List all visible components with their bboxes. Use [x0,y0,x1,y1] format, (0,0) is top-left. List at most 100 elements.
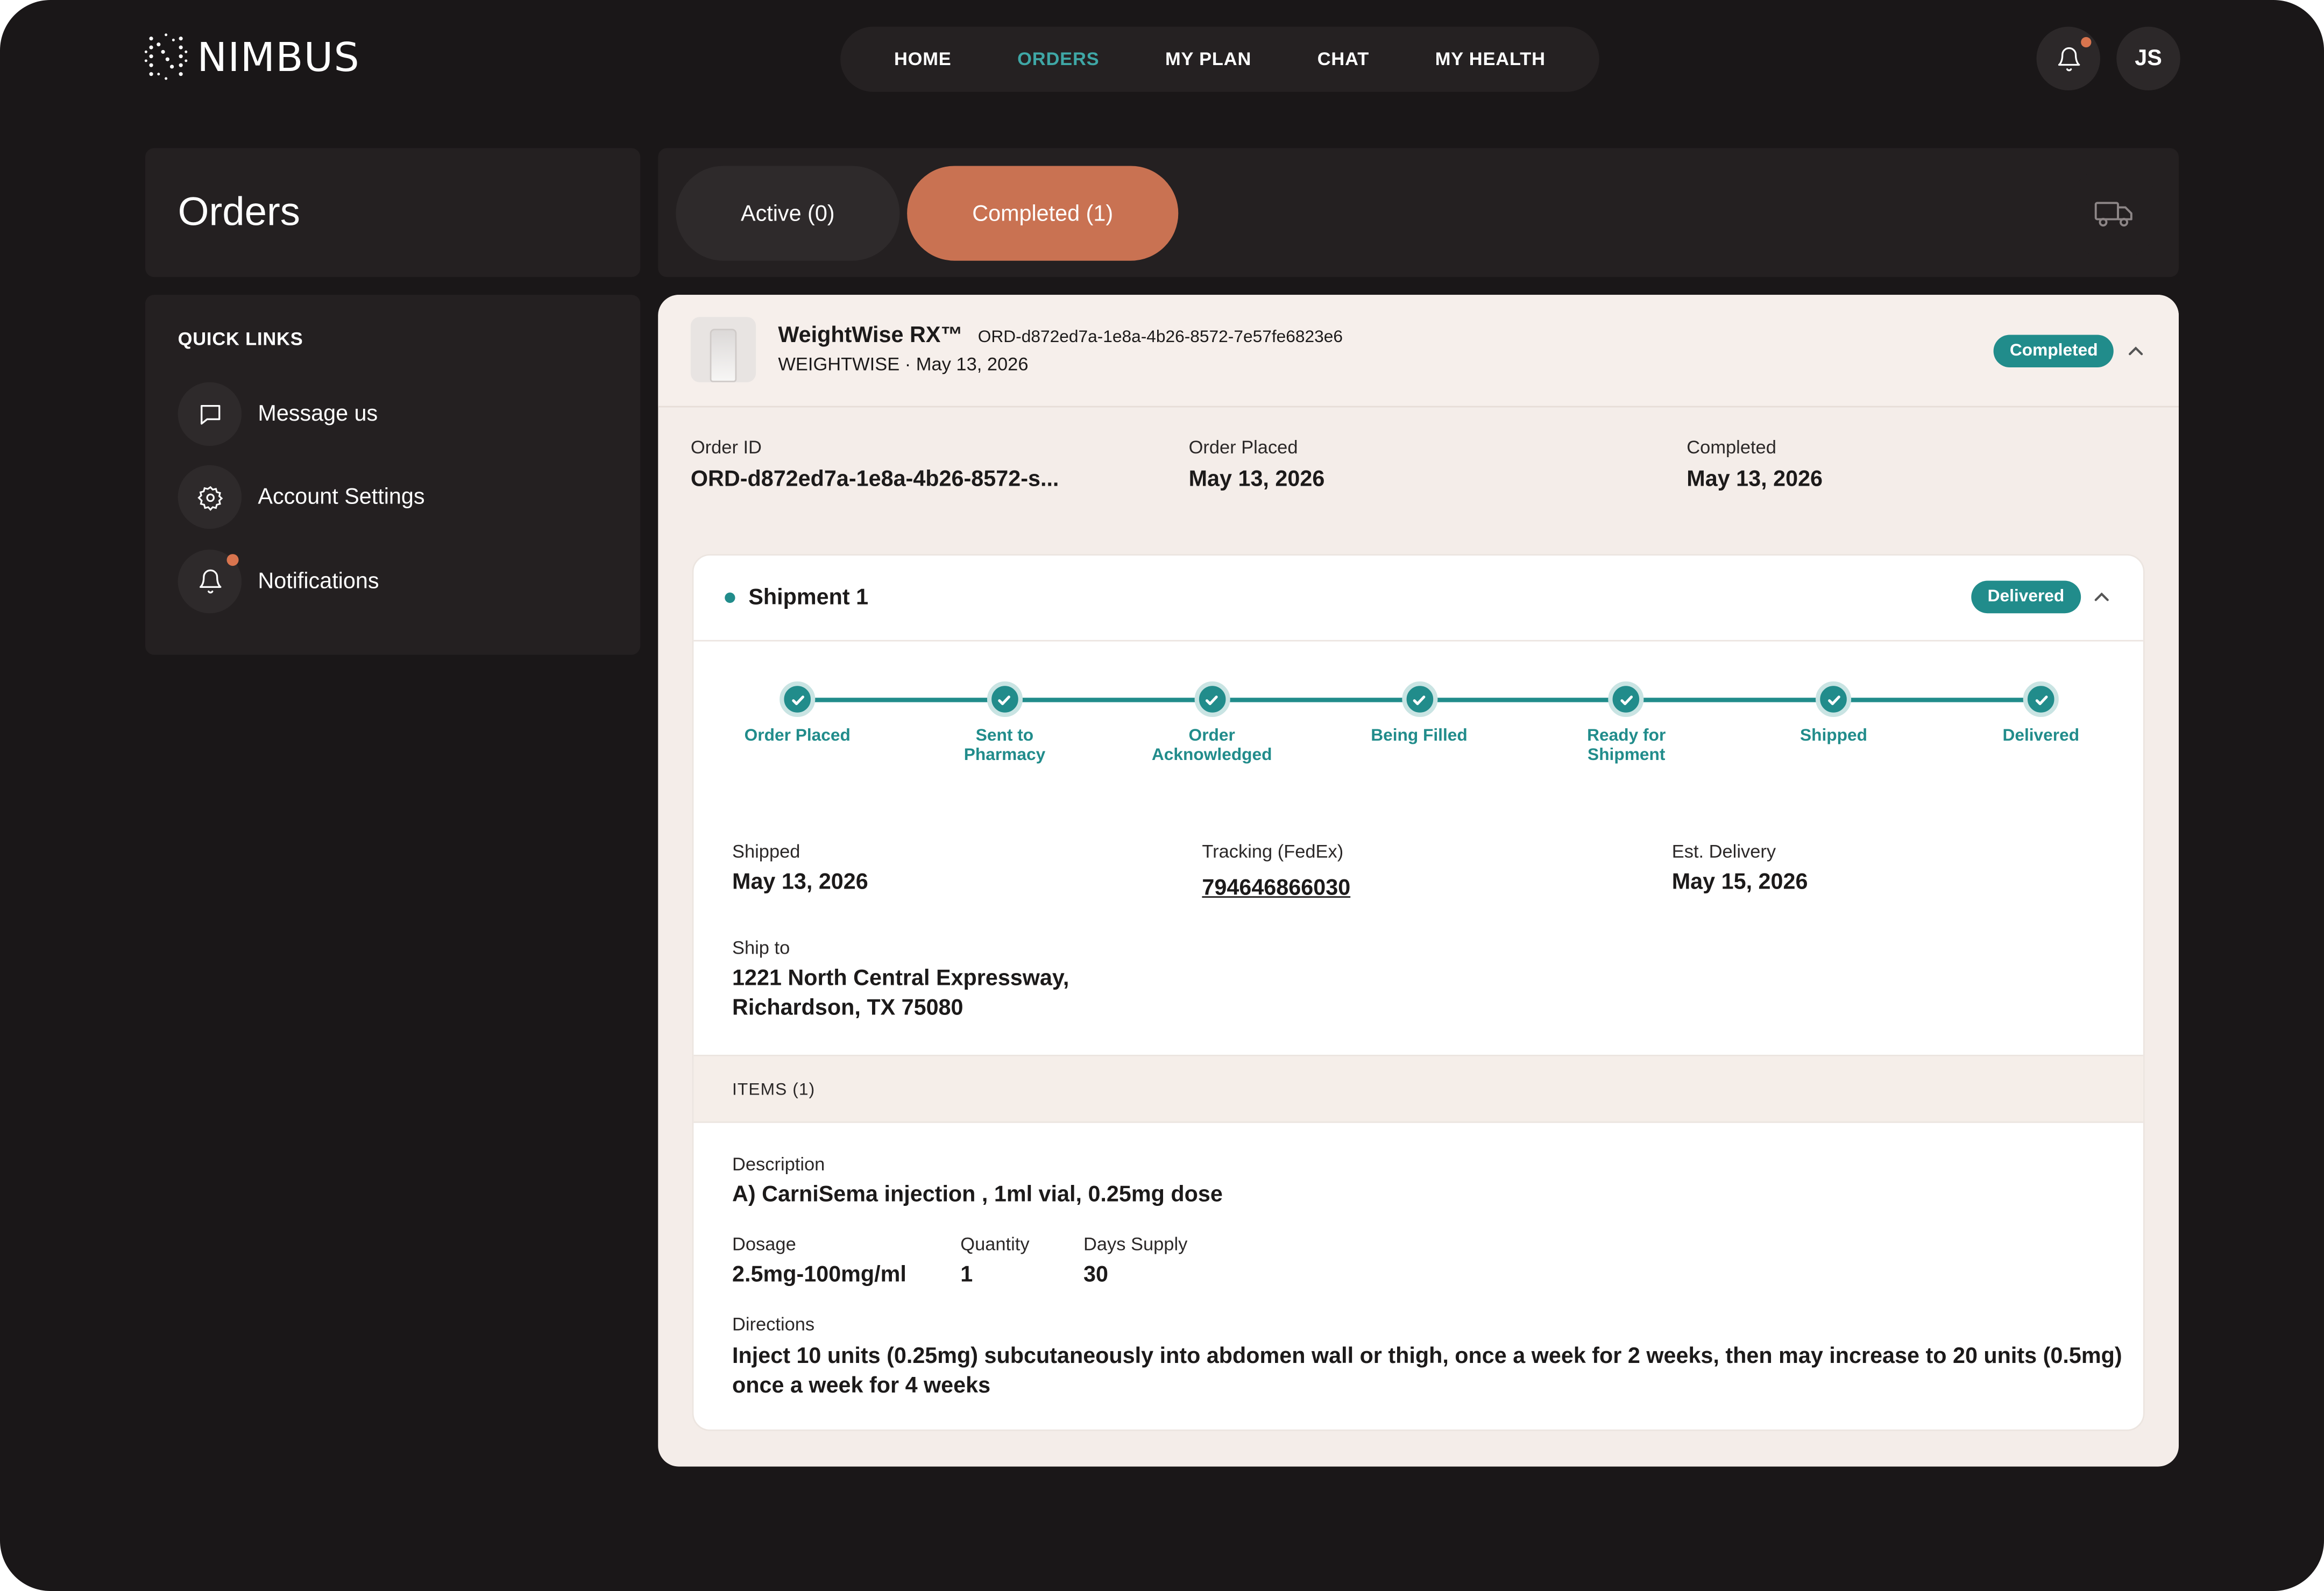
order-id-label: Order ID [690,437,762,458]
step-label: Shipped [1752,727,1915,747]
tracking-label: Tracking (FedEx) [1202,841,1344,862]
product-order-id: ORD-d872ed7a-1e8a-4b26-8572-7e57fe6823e6 [977,329,1343,347]
tracking-number-link[interactable]: 794646866030 [1202,876,1350,901]
step-label-line1: Ready for [1587,727,1666,745]
step-label: Order Acknowledged [1130,727,1293,766]
directions-label: Directions [732,1313,815,1335]
step-label: Sent to Pharmacy [923,727,1086,766]
notification-dot [2081,37,2092,48]
step-check-icon [1194,681,1230,718]
shipping-button[interactable] [2066,166,2161,261]
step-check-icon [987,681,1023,718]
nav-chat[interactable]: CHAT [1317,49,1369,70]
product-image [690,317,756,382]
tab-completed-orders[interactable]: Completed (1) [907,166,1179,261]
step-label-line1: Sent to [975,727,1034,745]
nimbus-logo[interactable]: NIMBUS [144,33,360,83]
chevron-up-icon[interactable] [2127,342,2145,360]
items-header: ITEMS (1) [693,1054,2143,1123]
step-label-line2: Pharmacy [963,747,1046,765]
product-subtitle: WEIGHTWISE · May 13, 2026 [778,354,1029,375]
quick-link-message-us[interactable]: Message us [178,382,378,446]
step-label: Ready for Shipment [1545,727,1708,766]
days-supply-value: 30 [1083,1262,1108,1288]
chat-bubble-icon [200,404,220,424]
shipment-card: Shipment 1 Delivered Order Placed Sent to… [692,554,2145,1431]
quick-link-label: Notifications [258,569,379,594]
quick-link-account-settings[interactable]: Account Settings [178,465,425,529]
quick-links-title: QUICK LINKS [178,329,303,350]
dosage-value: 2.5mg-100mg/ml [732,1262,906,1288]
order-status-badge: Completed [1993,335,2114,368]
order-placed-label: Order Placed [1188,437,1298,458]
ship-to-line2: Richardson, TX 75080 [732,995,963,1021]
product-name: WeightWise RX™ ORD-d872ed7a-1e8a-4b26-85… [778,323,1343,348]
notification-dot [226,554,239,566]
chevron-up-icon[interactable] [2093,588,2110,606]
quantity-value: 1 [960,1262,973,1288]
shipment-header[interactable]: Shipment 1 Delivered [693,556,2143,642]
description-label: Description [732,1154,825,1175]
order-completed-label: Completed [1687,437,1776,458]
order-id-value: ORD-d872ed7a-1e8a-4b26-8572-s... [690,466,1059,492]
quick-link-icon-circle [178,382,242,446]
step-label-line1: Order Placed [744,727,851,745]
main-nav: HOME ORDERS MY PLAN CHAT MY HEALTH [840,26,1599,92]
quantity-label: Quantity [960,1234,1030,1255]
step-label: Delivered [1959,727,2122,747]
description-value: A) CarniSema injection , 1ml vial, 0.25m… [732,1182,1223,1208]
bell-icon [2057,46,2079,71]
step-check-icon [2023,681,2059,718]
items-count: ITEMS (1) [732,1081,816,1099]
quick-link-label: Message us [258,401,378,427]
shipment-dot [725,592,735,603]
shipped-label: Shipped [732,841,800,862]
step-label-line1: Order [1188,727,1235,745]
tab-active-orders[interactable]: Active (0) [676,166,900,261]
app-window: NIMBUS HOME ORDERS MY PLAN CHAT MY HEALT… [0,0,2324,1591]
quick-link-notifications[interactable]: Notifications [178,549,379,614]
step-label-line2: Shipment [1588,747,1666,765]
nav-home[interactable]: HOME [894,49,952,70]
truck-icon [2094,202,2132,227]
order-header[interactable]: WeightWise RX™ ORD-d872ed7a-1e8a-4b26-85… [658,295,2179,408]
step-check-icon [1401,681,1437,718]
est-delivery-value: May 15, 2026 [1671,869,1808,895]
step-label-line1: Shipped [1799,727,1867,745]
directions-text: Inject 10 units (0.25mg) subcutaneously … [732,1342,2122,1401]
nav-orders[interactable]: ORDERS [1017,49,1099,70]
logo-text: NIMBUS [197,34,360,81]
nav-my-plan[interactable]: MY PLAN [1165,49,1251,70]
order-card: WeightWise RX™ ORD-d872ed7a-1e8a-4b26-85… [658,295,2179,1467]
step-label: Order Placed [716,727,879,747]
shipment-title: Shipment 1 [748,585,869,610]
nav-my-health[interactable]: MY HEALTH [1435,49,1546,70]
days-supply-label: Days Supply [1083,1234,1188,1255]
quick-link-icon-circle [178,465,242,529]
step-label-line2: Acknowledged [1151,747,1272,765]
ship-to-address: 1221 North Central Expressway, Richardso… [732,964,1069,1024]
ship-to-label: Ship to [732,937,790,958]
order-completed-value: May 13, 2026 [1687,466,1823,492]
directions-line2: once a week for 4 weeks [732,1373,991,1398]
step-label: Being Filled [1337,727,1500,747]
product-name-text: WeightWise RX™ [778,323,963,349]
ship-to-line1: 1221 North Central Expressway, [732,965,1069,991]
nimbus-logo-icon [144,33,188,80]
quick-link-icon-circle [178,549,242,614]
step-check-icon [1816,681,1852,718]
gear-icon [196,485,223,510]
notifications-button[interactable] [2036,26,2100,91]
quick-link-label: Account Settings [258,484,425,510]
step-label-line1: Being Filled [1371,727,1468,745]
user-avatar[interactable]: JS [2116,26,2180,91]
step-label-line1: Delivered [2002,727,2080,745]
directions-line1: Inject 10 units (0.25mg) subcutaneously … [732,1344,2122,1369]
bell-icon [199,569,221,594]
step-check-icon [1609,681,1645,718]
shipment-status-badge: Delivered [1971,580,2081,614]
est-delivery-label: Est. Delivery [1671,841,1776,862]
page-title: Orders [178,189,300,235]
order-placed-value: May 13, 2026 [1188,466,1325,492]
step-check-icon [780,681,816,718]
